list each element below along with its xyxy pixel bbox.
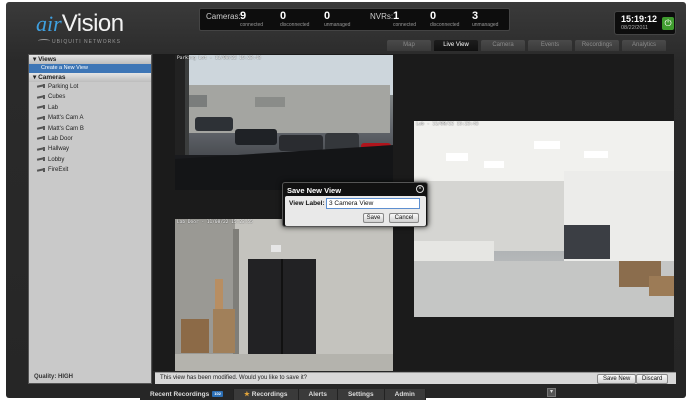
cameras-disconnected-count: 0: [280, 10, 287, 22]
cameras-disconnected-label: disconnected: [280, 22, 310, 28]
camera-item-lab-door[interactable]: Lab Door: [29, 134, 151, 144]
camera-icon: [37, 105, 46, 110]
sidebar: ▾ Views Create a New View ▾ Cameras Park…: [28, 54, 152, 384]
nvrs-disconnected-label: disconnected: [430, 22, 460, 28]
cameras-unmanaged-label: unmanaged: [324, 22, 351, 28]
close-icon[interactable]: ×: [416, 185, 424, 193]
tab-live-view[interactable]: Live View: [434, 40, 478, 51]
feed-label: Lab - 11/08/22 15:23:43: [416, 122, 479, 127]
cancel-button[interactable]: Cancel: [389, 213, 419, 223]
lab-image: [414, 121, 674, 317]
camera-feed-parking-lot[interactable]: Parking Lot - 11/08/22 15:23:43: [175, 55, 393, 190]
camera-item-lab[interactable]: Lab: [29, 103, 151, 113]
nvrs-unmanaged-label: unmanaged: [472, 22, 499, 28]
unsaved-changes-message: This view has been modified. Would you l…: [160, 375, 307, 381]
view-label-input[interactable]: [326, 198, 420, 209]
camera-item-hallway[interactable]: Hallway: [29, 144, 151, 154]
logo-vision: Vision: [61, 10, 124, 37]
tab-admin[interactable]: Admin: [384, 389, 426, 400]
camera-item-lobby[interactable]: Lobby: [29, 155, 151, 165]
tab-camera[interactable]: Camera: [481, 40, 525, 51]
camera-icon: [37, 84, 46, 89]
nvrs-unmanaged-count: 3: [472, 10, 479, 22]
chevron-down-icon[interactable]: ▾: [547, 388, 556, 397]
unsaved-changes-bar: This view has been modified. Would you l…: [155, 372, 676, 384]
dialog-body: View Label: Save Cancel: [285, 196, 426, 226]
feed-label: Lab Door - 11/08/22 15:23:55: [177, 220, 253, 225]
airvision-logo: airVision UBIQUITI NETWORKS: [36, 10, 124, 45]
tab-recent-recordings[interactable]: Recent Recordings 102: [140, 389, 234, 400]
dialog-title: Save New View: [287, 186, 342, 195]
cameras-section-header[interactable]: ▾ Cameras: [29, 73, 151, 82]
camera-item-matts-cam-a[interactable]: Matt's Cam A: [29, 113, 151, 123]
tab-bottom-recordings[interactable]: ★ Recordings: [233, 389, 299, 400]
view-label-label: View Label:: [289, 200, 325, 207]
camera-item-matts-cam-b[interactable]: Matt's Cam B: [29, 124, 151, 134]
recent-recordings-count: 102: [212, 391, 223, 398]
cameras-label: Cameras:: [206, 12, 241, 21]
tab-analytics[interactable]: Analytics: [622, 40, 666, 51]
clock-date: 08/22/2011: [621, 25, 649, 31]
tab-recordings[interactable]: Recordings: [575, 40, 619, 51]
tab-events[interactable]: Events: [528, 40, 572, 51]
camera-icon: [37, 167, 46, 172]
bottom-drawer-tabs: Recent Recordings 102 ★ Recordings Alerts …: [140, 389, 426, 400]
lab-door-image: [175, 219, 393, 371]
power-icon[interactable]: ⏻: [662, 17, 674, 30]
nvrs-connected-label: connected: [393, 22, 417, 28]
camera-icon: [37, 125, 46, 130]
create-new-view-item[interactable]: Create a New View: [29, 64, 151, 73]
system-status-bar: Cameras: 9 connected 0 disconnected 0 un…: [199, 8, 510, 31]
nvrs-label: NVRs:: [370, 12, 394, 21]
camera-item-cubes[interactable]: Cubes: [29, 92, 151, 102]
clock-display: 15:19:12 08/22/2011 ⏻: [614, 11, 676, 35]
clock-time: 15:19:12: [621, 14, 658, 24]
discard-button[interactable]: Discard: [636, 374, 669, 384]
cameras-unmanaged-count: 0: [324, 10, 331, 22]
tab-settings[interactable]: Settings: [337, 389, 385, 400]
logo-air: air: [36, 11, 62, 36]
tab-alerts[interactable]: Alerts: [298, 389, 338, 400]
camera-item-parking-lot[interactable]: Parking Lot: [29, 82, 151, 92]
camera-item-fireexit[interactable]: FireExit: [29, 165, 151, 175]
cameras-connected-label: connected: [240, 22, 264, 28]
stream-quality: Quality: HIGH: [34, 374, 74, 380]
camera-icon: [37, 136, 46, 141]
tab-map[interactable]: Map: [387, 40, 431, 51]
camera-icon: [37, 157, 46, 162]
nvrs-disconnected-count: 0: [430, 10, 437, 22]
cameras-connected-count: 9: [240, 10, 247, 22]
camera-icon: [37, 146, 46, 151]
save-button[interactable]: Save: [363, 213, 384, 223]
parking-lot-image: [175, 55, 393, 190]
app-window: airVision UBIQUITI NETWORKS Cameras: 9 c…: [6, 2, 686, 398]
camera-feed-lab-door[interactable]: Lab Door - 11/08/22 15:23:55: [175, 219, 393, 371]
save-new-button[interactable]: Save New: [597, 374, 637, 384]
nvrs-connected-count: 1: [393, 10, 400, 22]
logo-subtitle: UBIQUITI NETWORKS: [38, 39, 121, 45]
star-icon: ★: [243, 391, 250, 398]
camera-icon: [37, 115, 46, 120]
camera-icon: [37, 94, 46, 99]
feed-label: Parking Lot - 11/08/22 15:23:43: [177, 56, 261, 61]
views-section-header[interactable]: ▾ Views: [29, 55, 151, 64]
main-tabs: Map Live View Camera Events Recordings A…: [387, 40, 666, 51]
save-new-view-dialog: Save New View × View Label: Save Cancel: [282, 182, 428, 227]
camera-feed-lab[interactable]: Lab - 11/08/22 15:23:43: [414, 121, 674, 317]
